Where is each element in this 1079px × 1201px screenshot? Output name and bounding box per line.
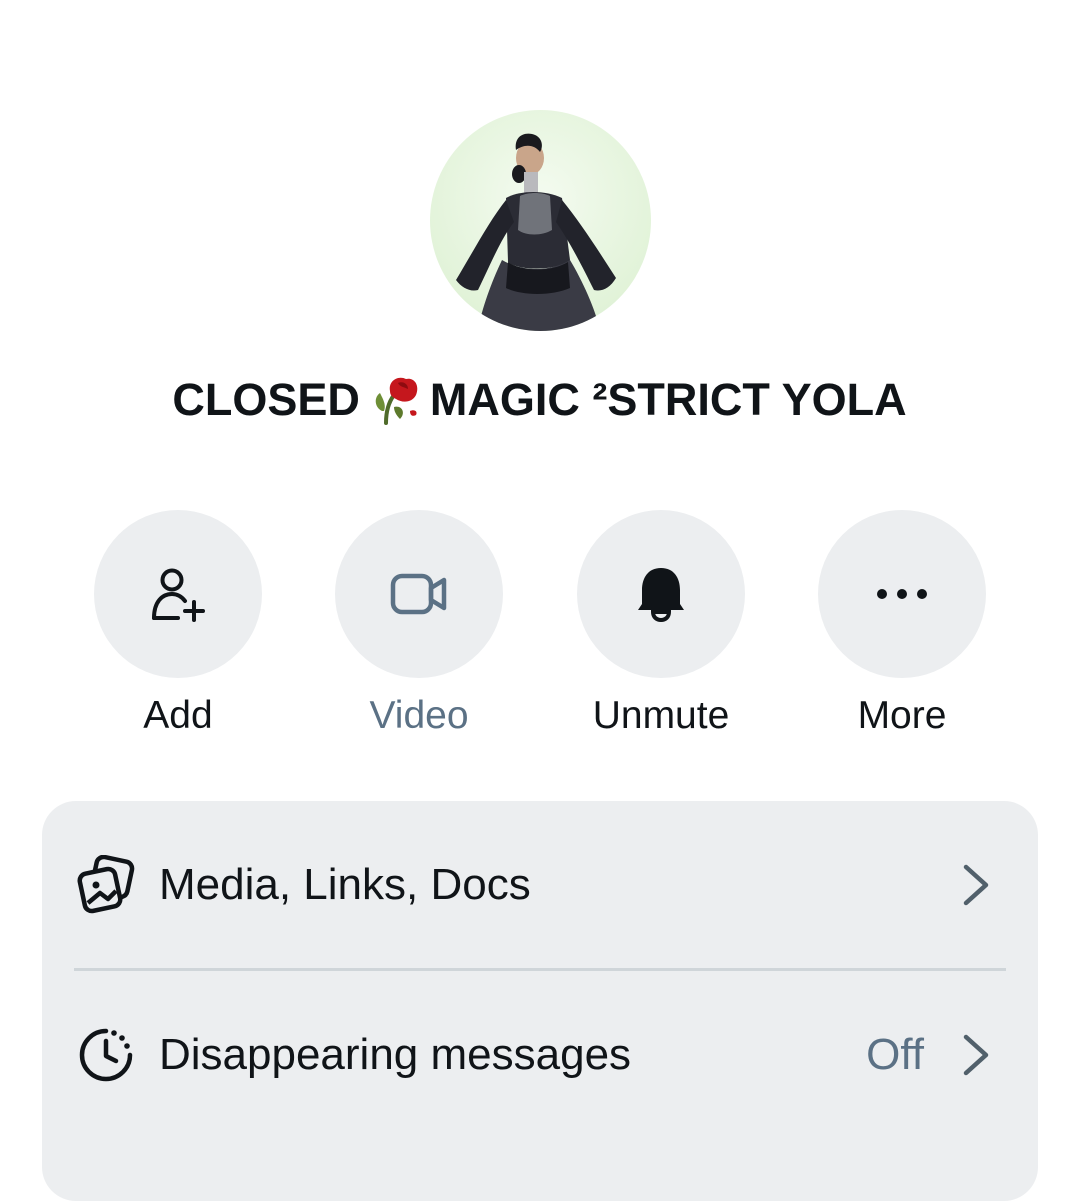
add-label: Add [143,694,213,737]
more-button[interactable]: More [782,510,1022,740]
disappearing-messages-label: Disappearing messages [159,1030,632,1079]
unmute-button[interactable]: Unmute [541,510,781,740]
add-person-icon [152,568,205,622]
disappearing-messages-value: Off [866,1030,924,1079]
media-gallery-icon [77,855,135,914]
more-label: More [857,694,947,737]
avatar[interactable] [430,110,651,331]
video-label: Video [369,694,469,737]
video-button[interactable]: Video [299,510,539,740]
display-name-prefix: CLOSED [172,374,360,425]
avatar-photo [456,133,616,331]
add-button-circle[interactable] [94,510,262,678]
bell-icon [638,568,684,622]
profile-actions: Add Video Unmute More [0,510,1079,750]
disappearing-messages-row[interactable]: Disappearing messages Off [42,971,1038,1139]
wilted-rose-emoji [372,373,424,425]
add-button[interactable]: Add [58,510,298,740]
chevron-right-icon [963,864,989,906]
video-camera-icon [390,573,447,615]
more-button-circle[interactable] [818,510,986,678]
display-name: CLOSED MAGIC ²STRICT YOLA [0,370,1079,430]
chevron-right-icon [963,1034,989,1076]
settings-card: Media, Links, Docs Disappearing messages… [42,801,1038,1201]
unmute-label: Unmute [592,694,730,737]
more-dots-icon [877,589,927,599]
video-button-circle[interactable] [335,510,503,678]
display-name-suffix: MAGIC ²STRICT YOLA [429,374,907,425]
media-links-docs-label: Media, Links, Docs [159,860,531,909]
unmute-button-circle[interactable] [577,510,745,678]
media-links-docs-row[interactable]: Media, Links, Docs [42,801,1038,969]
timer-icon [79,1028,133,1082]
